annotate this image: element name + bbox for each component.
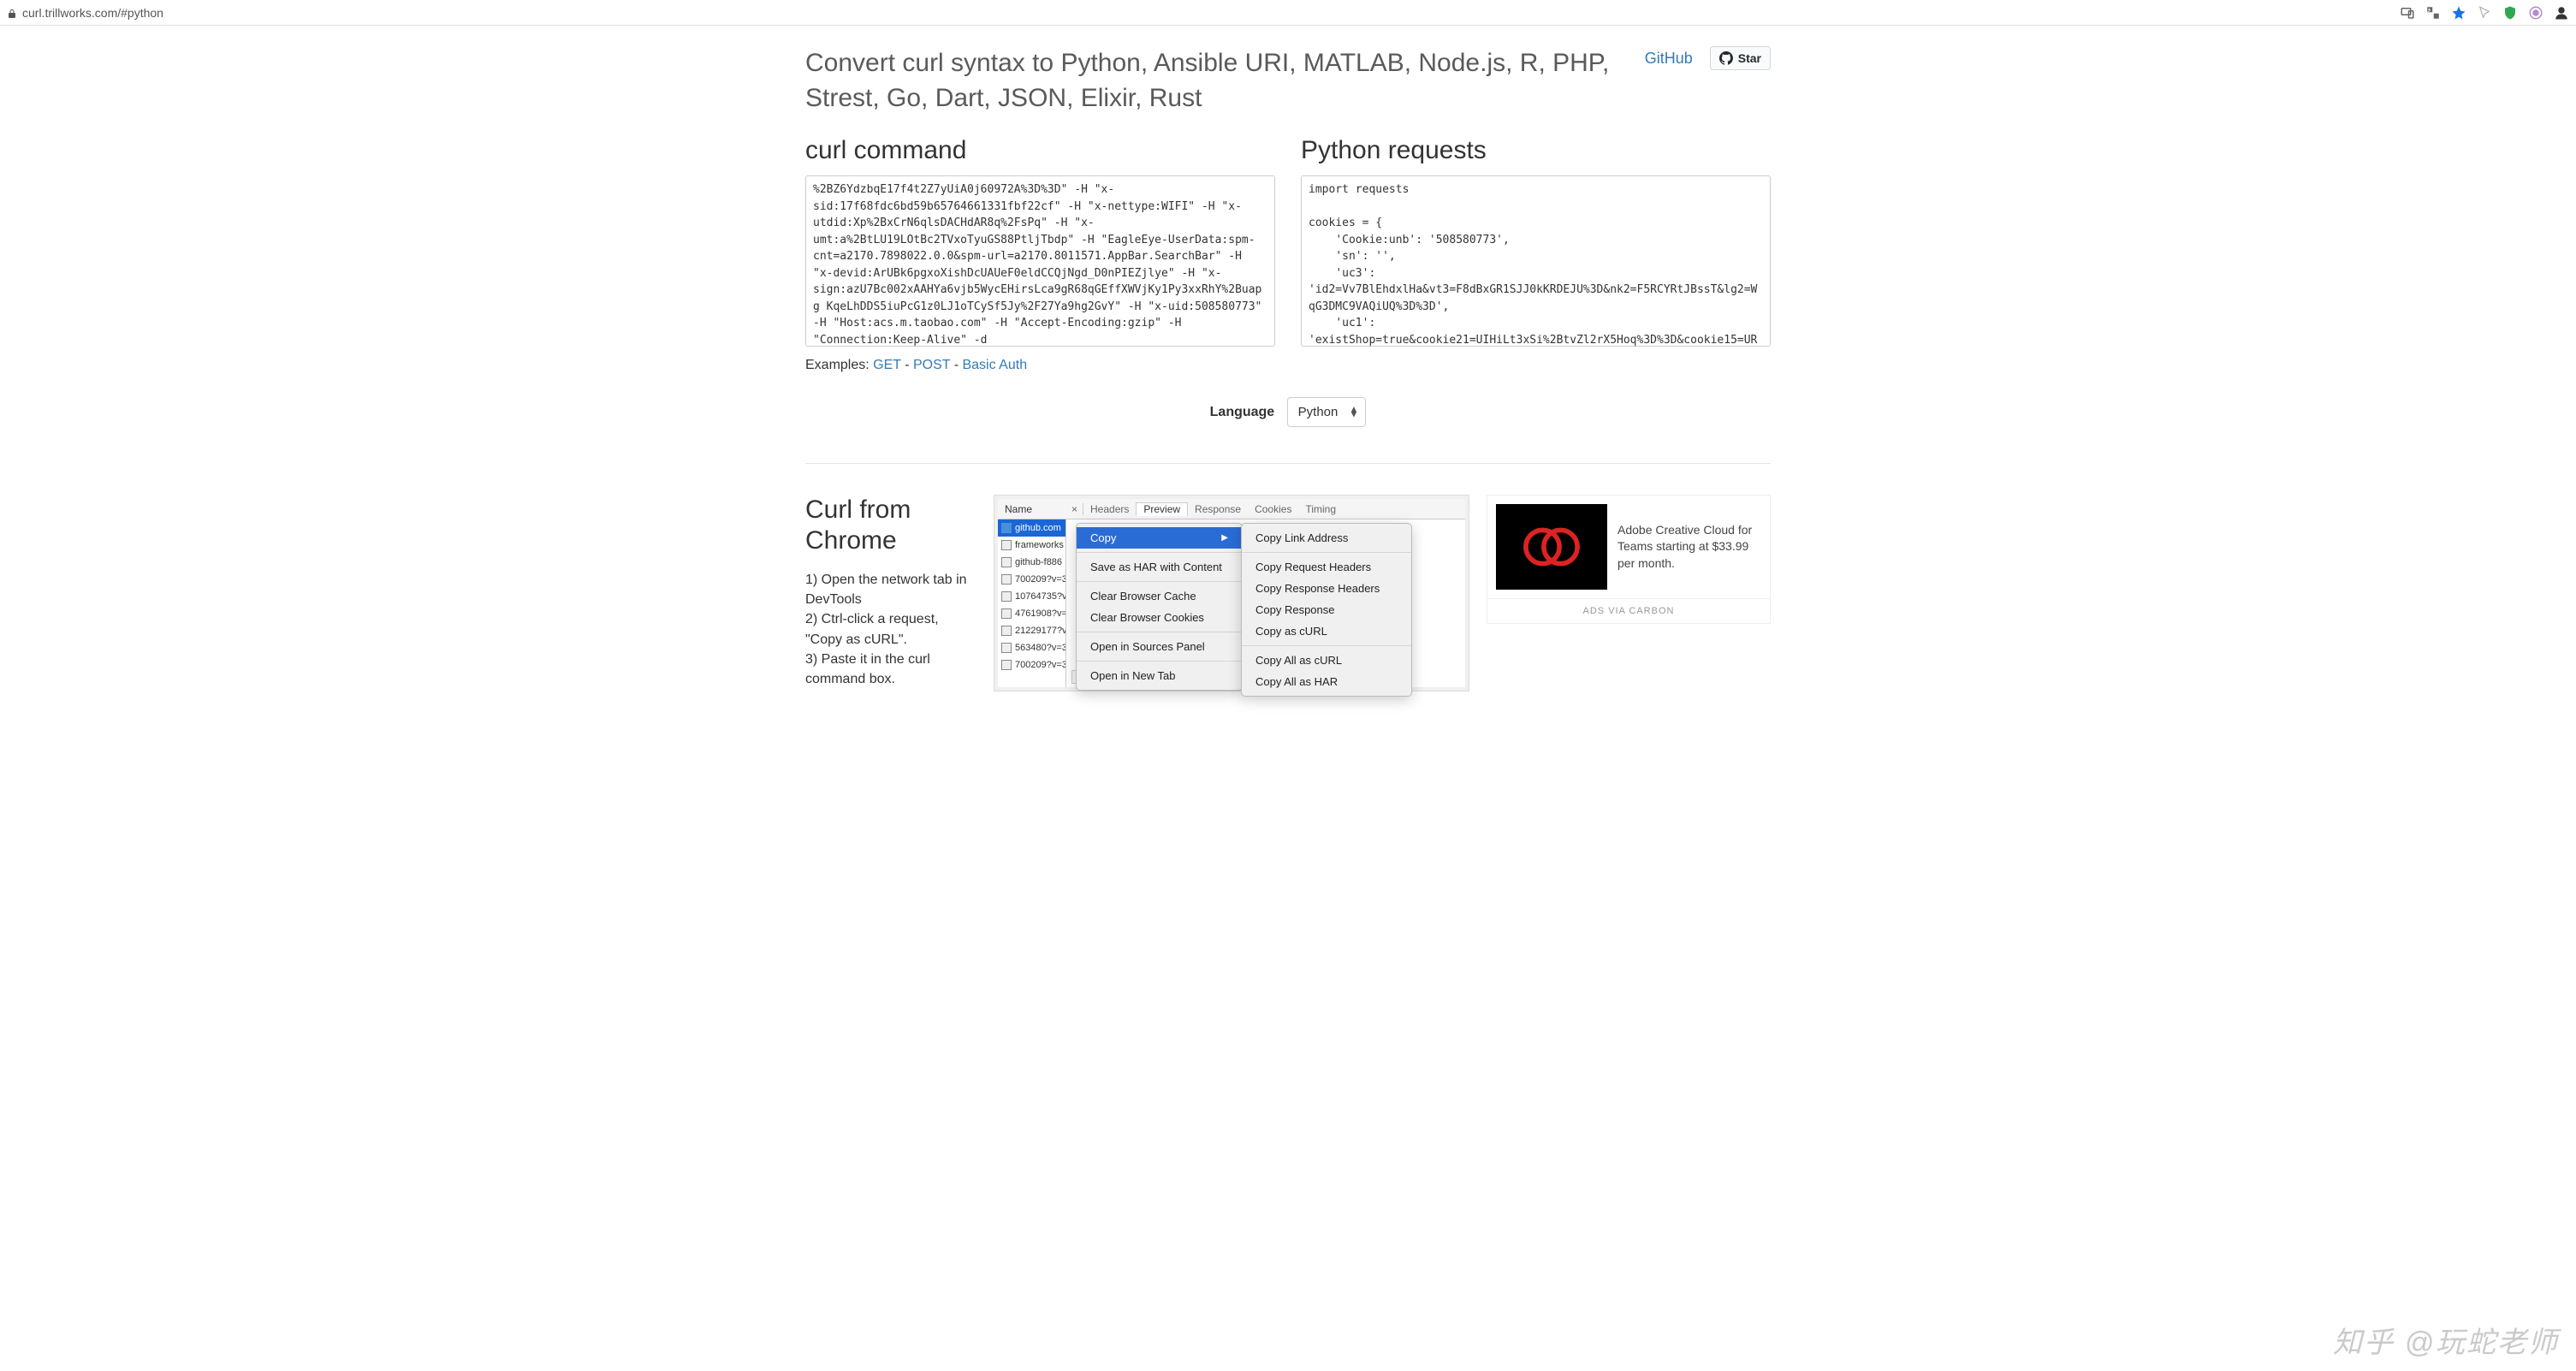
examples-label: Examples: [805, 358, 870, 372]
context-menu: Copy ▶ Save as HAR with Content Clear Br… [1076, 523, 1243, 691]
divider [805, 463, 1771, 464]
github-link[interactable]: GitHub [1645, 46, 1693, 68]
devtools-screenshot: Name × Headers Preview Response Cookies … [994, 495, 1469, 691]
watermark: 知乎 @玩蛇老师 [2333, 1319, 2559, 1361]
image-icon [1001, 608, 1012, 619]
instructions-heading: Curl from Chrome [805, 495, 976, 556]
devtools-request-row[interactable]: 4761908?v= [998, 605, 1065, 622]
github-star-button[interactable]: Star [1710, 46, 1771, 70]
bookmark-star-icon[interactable] [2451, 5, 2466, 21]
devtools-tab-response[interactable]: Response [1188, 503, 1248, 515]
language-select[interactable]: Python ▲▼ [1287, 397, 1367, 427]
url-text[interactable]: curl.trillworks.com/#python [22, 6, 163, 20]
device-icon[interactable] [2400, 5, 2415, 21]
github-icon [1719, 51, 1733, 65]
devtools-name-header: Name [998, 503, 1066, 515]
devtools-request-row[interactable]: github-f886 [998, 554, 1065, 571]
sub-copy-res-headers[interactable]: Copy Response Headers [1242, 578, 1411, 599]
devtools-tab-cookies[interactable]: Cookies [1248, 503, 1298, 515]
sub-copy-all-har[interactable]: Copy All as HAR [1242, 671, 1411, 692]
browser-extension-icons [2400, 5, 2569, 21]
example-post-link[interactable]: POST [913, 358, 950, 372]
image-icon [1001, 591, 1012, 602]
devtools-request-row[interactable]: 700209?v=3 [998, 571, 1065, 588]
document-icon [1001, 523, 1012, 533]
curl-input[interactable] [805, 175, 1275, 347]
devtools-request-row[interactable]: 700209?v=3&s=32 [998, 656, 1065, 674]
sub-copy-response[interactable]: Copy Response [1242, 599, 1411, 620]
ctx-copy[interactable]: Copy ▶ [1077, 527, 1242, 549]
carbon-ad[interactable]: Adobe Creative Cloud for Teams starting … [1487, 495, 1771, 624]
adobe-cc-icon [1522, 525, 1582, 568]
sub-copy-req-headers[interactable]: Copy Request Headers [1242, 556, 1411, 578]
curl-heading: curl command [805, 136, 1275, 165]
ad-image [1496, 504, 1607, 590]
ctx-clear-cache[interactable]: Clear Browser Cache [1077, 585, 1242, 607]
image-icon [1001, 643, 1012, 653]
devtools-request-row[interactable]: 10764735?v [998, 588, 1065, 605]
python-output[interactable] [1301, 175, 1771, 347]
sub-copy-curl[interactable]: Copy as cURL [1242, 620, 1411, 642]
ctx-clear-cookies[interactable]: Clear Browser Cookies [1077, 607, 1242, 628]
profile-icon[interactable] [2554, 5, 2569, 21]
page-title: Convert curl syntax to Python, Ansible U… [805, 46, 1628, 116]
image-icon [1001, 626, 1012, 636]
context-submenu: Copy Link Address Copy Request Headers C… [1241, 523, 1412, 697]
ctx-open-tab[interactable]: Open in New Tab [1077, 665, 1242, 686]
chevron-right-icon: ▶ [1221, 533, 1228, 543]
devtools-close-button[interactable]: × [1066, 503, 1083, 515]
python-heading: Python requests [1301, 136, 1771, 165]
sub-copy-all-curl[interactable]: Copy All as cURL [1242, 650, 1411, 671]
devtools-tab-preview[interactable]: Preview [1136, 502, 1188, 516]
devtools-tab-timing[interactable]: Timing [1298, 503, 1343, 515]
image-icon [1001, 660, 1012, 670]
language-selected: Python [1298, 405, 1338, 419]
chevron-updown-icon: ▲▼ [1349, 407, 1358, 418]
examples-row: Examples: GET - POST - Basic Auth [805, 358, 1275, 373]
language-label: Language [1210, 405, 1275, 419]
ad-via-label[interactable]: ADS VIA CARBON [1487, 598, 1770, 623]
ctx-open-sources[interactable]: Open in Sources Panel [1077, 636, 1242, 657]
example-basicauth-link[interactable]: Basic Auth [962, 358, 1027, 372]
lock-icon [7, 8, 17, 18]
browser-address-bar: curl.trillworks.com/#python [0, 0, 2576, 26]
devtools-request-list: github.com frameworks github-f886 700209… [998, 519, 1066, 687]
sub-copy-link[interactable]: Copy Link Address [1242, 527, 1411, 549]
devtools-request-row[interactable]: frameworks [998, 537, 1065, 554]
file-icon [1001, 540, 1012, 550]
star-label: Star [1738, 51, 1761, 65]
image-icon [1001, 574, 1012, 585]
shield-icon[interactable] [2502, 5, 2518, 21]
ctx-save-har[interactable]: Save as HAR with Content [1077, 556, 1242, 578]
devtools-tab-headers[interactable]: Headers [1083, 503, 1136, 515]
ad-text: Adobe Creative Cloud for Teams starting … [1617, 522, 1761, 573]
devtools-request-row[interactable]: github.com [998, 519, 1065, 537]
file-icon [1001, 557, 1012, 567]
example-get-link[interactable]: GET [873, 358, 901, 372]
devtools-request-row[interactable]: 21229177?v [998, 622, 1065, 639]
translate-icon[interactable] [2425, 5, 2441, 21]
devtools-request-row[interactable]: 563480?v=3 [998, 639, 1065, 656]
instructions-text: 1) Open the network tab in DevTools 2) C… [805, 570, 976, 689]
cursor-icon[interactable] [2477, 5, 2492, 21]
circle-icon[interactable] [2528, 5, 2543, 21]
